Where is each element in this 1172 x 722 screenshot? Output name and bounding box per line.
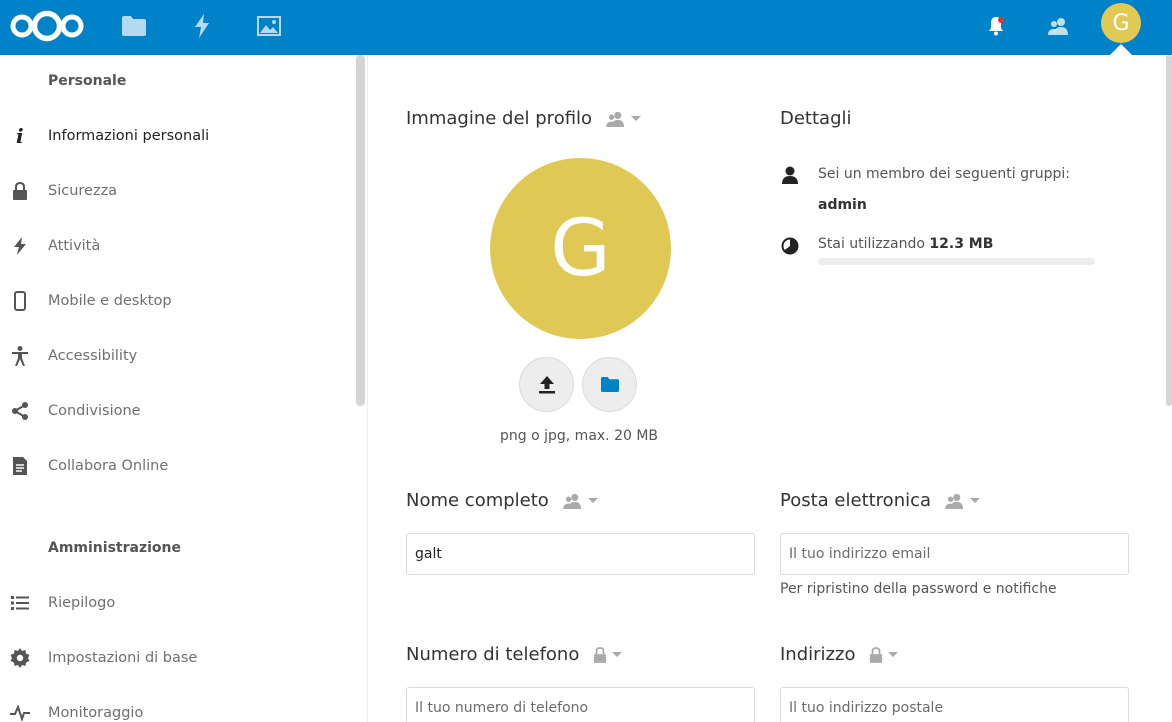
pie-chart-icon (780, 236, 800, 256)
upload-icon (538, 375, 555, 393)
sidebar-item-activity[interactable]: Attività (0, 224, 350, 268)
section-title: Posta elettronica (780, 490, 932, 511)
details-heading: Dettagli (780, 108, 852, 129)
menu-caret-icon (1110, 44, 1132, 55)
visibility-scope-button[interactable] (606, 111, 642, 127)
contacts-icon[interactable] (1041, 8, 1077, 44)
sidebar-item-label: Condivisione (48, 403, 141, 419)
contacts-icon (945, 493, 964, 509)
folder-icon (600, 377, 619, 392)
svg-text:i: i (16, 126, 24, 146)
sidebar-item-label: Mobile e desktop (48, 293, 172, 309)
phone-icon (8, 289, 32, 313)
sidebar-item-label: Sicurezza (48, 183, 118, 199)
visibility-scope-button[interactable] (563, 493, 598, 509)
share-icon (8, 399, 32, 423)
email-input[interactable] (780, 533, 1129, 575)
sidebar-item-overview[interactable]: Riepilogo (0, 581, 350, 625)
quota-text: Stai utilizzando 12.3 MB (818, 236, 993, 252)
lock-icon (870, 646, 883, 663)
sidebar-item-accessibility[interactable]: Accessibility (0, 334, 350, 378)
sidebar-item-label: Monitoraggio (48, 705, 144, 721)
quota-value: 12.3 MB (929, 236, 994, 252)
sidebar-heading-admin: Amministrazione (48, 540, 181, 556)
sidebar-item-label: Accessibility (48, 348, 138, 364)
sidebar-item-label: Impostazioni di base (48, 650, 198, 666)
document-icon (8, 454, 32, 478)
section-title: Immagine del profilo (406, 108, 593, 129)
main-content (369, 55, 1164, 722)
info-icon: i (8, 124, 32, 148)
user-avatar[interactable]: G (1101, 3, 1141, 43)
phone-heading: Numero di telefono (406, 644, 623, 665)
sidebar-item-label: Informazioni personali (48, 128, 210, 144)
phone-input[interactable] (406, 687, 755, 722)
gear-icon (8, 646, 32, 670)
full-name-input[interactable] (406, 533, 755, 575)
list-icon (8, 591, 32, 615)
chevron-down-icon (970, 498, 981, 503)
quota-prefix: Stai utilizzando (818, 236, 925, 252)
contacts-icon (563, 493, 581, 509)
chevron-down-icon (631, 116, 642, 121)
sidebar-item-security[interactable]: Sicurezza (0, 169, 350, 213)
visibility-scope-button[interactable] (593, 646, 623, 663)
sidebar-item-monitoring[interactable]: Monitoraggio (0, 691, 350, 722)
activity-icon (8, 234, 32, 258)
sidebar-heading-personal: Personale (48, 73, 127, 89)
sidebar-item-personal-info[interactable]: i Informazioni personali (0, 114, 350, 158)
section-title: Indirizzo (780, 644, 856, 665)
chevron-down-icon (612, 652, 623, 657)
lock-icon (594, 646, 607, 663)
section-title: Numero di telefono (406, 644, 580, 665)
email-heading: Posta elettronica (780, 490, 981, 511)
groups-text: Sei un membro dei seguenti gruppi: (818, 166, 1070, 182)
address-heading: Indirizzo (780, 644, 899, 665)
quota-row (780, 236, 800, 256)
section-title: Nome completo (406, 490, 549, 511)
notifications-icon[interactable] (978, 8, 1014, 44)
files-icon[interactable] (119, 11, 149, 41)
choose-from-files-button[interactable] (582, 357, 637, 412)
sidebar-item-label: Collabora Online (48, 458, 169, 474)
profile-avatar: G (490, 158, 671, 339)
sidebar-item-label: Riepilogo (48, 595, 116, 611)
gallery-icon[interactable] (254, 11, 284, 41)
chevron-down-icon (587, 498, 598, 503)
sidebar-item-basic-settings[interactable]: Impostazioni di base (0, 636, 350, 680)
groups-value: admin (818, 197, 867, 213)
profile-picture-heading: Immagine del profilo (406, 108, 642, 129)
sidebar-scrollbar[interactable] (356, 55, 365, 406)
visibility-scope-button[interactable] (945, 493, 981, 509)
activity-icon[interactable] (187, 11, 217, 41)
nextcloud-logo-icon[interactable] (8, 9, 86, 43)
main-scrollbar[interactable] (1166, 55, 1172, 406)
full-name-heading: Nome completo (406, 490, 598, 511)
upload-hint: png o jpg, max. 20 MB (500, 428, 659, 444)
sidebar-item-sharing[interactable]: Condivisione (0, 389, 350, 433)
pulse-icon (8, 701, 32, 722)
user-icon (780, 165, 800, 185)
upload-picture-button[interactable] (519, 357, 574, 412)
top-header: G (0, 0, 1172, 55)
email-hint: Per ripristino della password e notifich… (780, 581, 1057, 597)
sidebar-item-label: Attività (48, 238, 101, 254)
lock-icon (8, 179, 32, 203)
quota-progress-bar (818, 258, 1095, 265)
visibility-scope-button[interactable] (869, 646, 899, 663)
accessibility-icon (8, 344, 32, 368)
contacts-icon (606, 111, 625, 127)
sidebar-item-collabora[interactable]: Collabora Online (0, 444, 350, 488)
address-input[interactable] (780, 687, 1129, 722)
chevron-down-icon (888, 652, 899, 657)
sidebar-item-mobile-desktop[interactable]: Mobile e desktop (0, 279, 350, 323)
groups-row (780, 165, 800, 185)
